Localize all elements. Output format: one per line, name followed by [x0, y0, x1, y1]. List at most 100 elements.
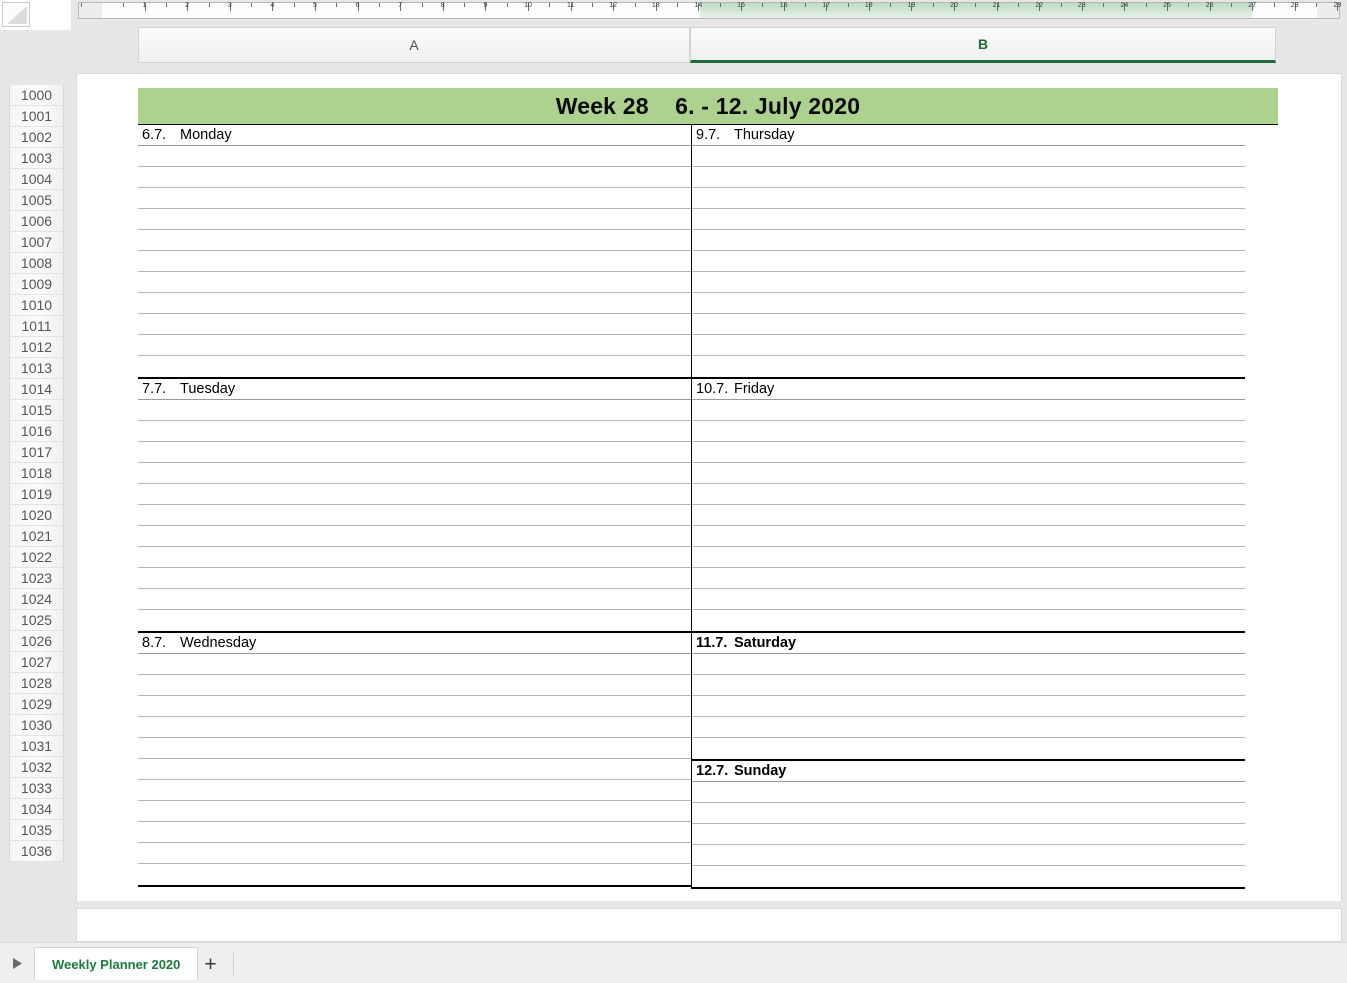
row-header[interactable]: 1006	[10, 211, 63, 232]
row-header[interactable]: 1011	[10, 316, 63, 337]
row-header[interactable]: 1018	[10, 463, 63, 484]
row-header[interactable]: 1009	[10, 274, 63, 295]
day-header[interactable]: 12.7. Sunday	[692, 761, 1245, 782]
day-entry-line[interactable]	[138, 568, 691, 589]
row-header[interactable]: 1008	[10, 253, 63, 274]
day-header[interactable]: 11.7. Saturday	[692, 633, 1245, 654]
row-header[interactable]: 1013	[10, 358, 63, 379]
row-header[interactable]: 1023	[10, 568, 63, 589]
day-entry-line[interactable]	[138, 864, 691, 885]
day-entry-line[interactable]	[138, 356, 691, 377]
day-entry-line[interactable]	[692, 845, 1245, 866]
day-entry-line[interactable]	[138, 843, 691, 864]
row-header[interactable]: 1003	[10, 148, 63, 169]
column-header-b[interactable]: B	[690, 27, 1276, 63]
day-header[interactable]: 8.7. Wednesday	[138, 633, 691, 654]
row-header[interactable]: 1033	[10, 778, 63, 799]
day-entry-line[interactable]	[692, 335, 1245, 356]
day-entry-line[interactable]	[692, 146, 1245, 167]
row-header[interactable]: 1002	[10, 127, 63, 148]
day-entry-line[interactable]	[138, 610, 691, 631]
row-header[interactable]: 1019	[10, 484, 63, 505]
row-header[interactable]: 1010	[10, 295, 63, 316]
row-header[interactable]: 1000	[10, 85, 63, 106]
day-entry-line[interactable]	[692, 803, 1245, 824]
play-arrow-icon[interactable]	[8, 954, 26, 972]
day-entry-line[interactable]	[138, 547, 691, 568]
row-header[interactable]: 1014	[10, 379, 63, 400]
row-header[interactable]: 1027	[10, 652, 63, 673]
day-entry-line[interactable]	[692, 824, 1245, 845]
day-entry-line[interactable]	[692, 463, 1245, 484]
day-entry-line[interactable]	[138, 272, 691, 293]
row-header[interactable]: 1035	[10, 820, 63, 841]
row-header[interactable]: 1004	[10, 169, 63, 190]
day-entry-line[interactable]	[138, 314, 691, 335]
day-entry-line[interactable]	[692, 314, 1245, 335]
row-header[interactable]: 1016	[10, 421, 63, 442]
day-entry-line[interactable]	[138, 251, 691, 272]
planner-title-row[interactable]: Week 28 6. - 12. July 2020	[138, 88, 1278, 125]
day-entry-line[interactable]	[692, 167, 1245, 188]
day-entry-line[interactable]	[692, 717, 1245, 738]
day-entry-line[interactable]	[692, 293, 1245, 314]
day-entry-line[interactable]	[692, 188, 1245, 209]
day-entry-line[interactable]	[138, 421, 691, 442]
day-entry-line[interactable]	[692, 589, 1245, 610]
select-all-button[interactable]	[2, 2, 30, 27]
day-entry-line[interactable]	[138, 801, 691, 822]
day-entry-line[interactable]	[138, 738, 691, 759]
add-sheet-button[interactable]: +	[196, 952, 225, 976]
day-entry-line[interactable]	[692, 610, 1245, 631]
row-header[interactable]: 1005	[10, 190, 63, 211]
day-entry-line[interactable]	[692, 484, 1245, 505]
day-entry-line[interactable]	[138, 822, 691, 843]
row-header[interactable]: 1015	[10, 400, 63, 421]
day-entry-line[interactable]	[692, 654, 1245, 675]
day-entry-line[interactable]	[692, 400, 1245, 421]
day-entry-line[interactable]	[692, 782, 1245, 803]
row-header[interactable]: 1032	[10, 757, 63, 778]
day-entry-line[interactable]	[138, 759, 691, 780]
row-header[interactable]: 1020	[10, 505, 63, 526]
row-header[interactable]: 1030	[10, 715, 63, 736]
day-entry-line[interactable]	[138, 463, 691, 484]
day-entry-line[interactable]	[138, 442, 691, 463]
row-header[interactable]: 1031	[10, 736, 63, 757]
day-entry-line[interactable]	[138, 717, 691, 738]
day-entry-line[interactable]	[138, 146, 691, 167]
day-entry-line[interactable]	[138, 780, 691, 801]
row-header[interactable]: 1026	[10, 631, 63, 652]
day-entry-line[interactable]	[692, 505, 1245, 526]
row-header[interactable]: 1001	[10, 106, 63, 127]
day-entry-line[interactable]	[138, 293, 691, 314]
row-header[interactable]: 1007	[10, 232, 63, 253]
day-entry-line[interactable]	[138, 589, 691, 610]
day-header[interactable]: 7.7. Tuesday	[138, 379, 691, 400]
row-header[interactable]: 1025	[10, 610, 63, 631]
day-entry-line[interactable]	[692, 526, 1245, 547]
day-entry-line[interactable]	[138, 675, 691, 696]
day-entry-line[interactable]	[138, 335, 691, 356]
row-header[interactable]: 1022	[10, 547, 63, 568]
day-entry-line[interactable]	[692, 251, 1245, 272]
day-entry-line[interactable]	[692, 675, 1245, 696]
day-entry-line[interactable]	[138, 209, 691, 230]
day-header[interactable]: 6.7. Monday	[138, 125, 691, 146]
row-header[interactable]: 1024	[10, 589, 63, 610]
row-header[interactable]: 1029	[10, 694, 63, 715]
day-entry-line[interactable]	[692, 272, 1245, 293]
day-entry-line[interactable]	[692, 230, 1245, 251]
column-header-a[interactable]: A	[138, 27, 690, 63]
day-entry-line[interactable]	[692, 696, 1245, 717]
day-entry-line[interactable]	[138, 400, 691, 421]
sheet-tab-weekly-planner-2020[interactable]: Weekly Planner 2020	[34, 947, 199, 980]
row-header[interactable]: 1028	[10, 673, 63, 694]
day-entry-line[interactable]	[692, 547, 1245, 568]
row-header[interactable]: 1012	[10, 337, 63, 358]
day-entry-line[interactable]	[138, 696, 691, 717]
day-entry-line[interactable]	[692, 421, 1245, 442]
day-entry-line[interactable]	[138, 230, 691, 251]
day-entry-line[interactable]	[692, 209, 1245, 230]
day-entry-line[interactable]	[138, 526, 691, 547]
